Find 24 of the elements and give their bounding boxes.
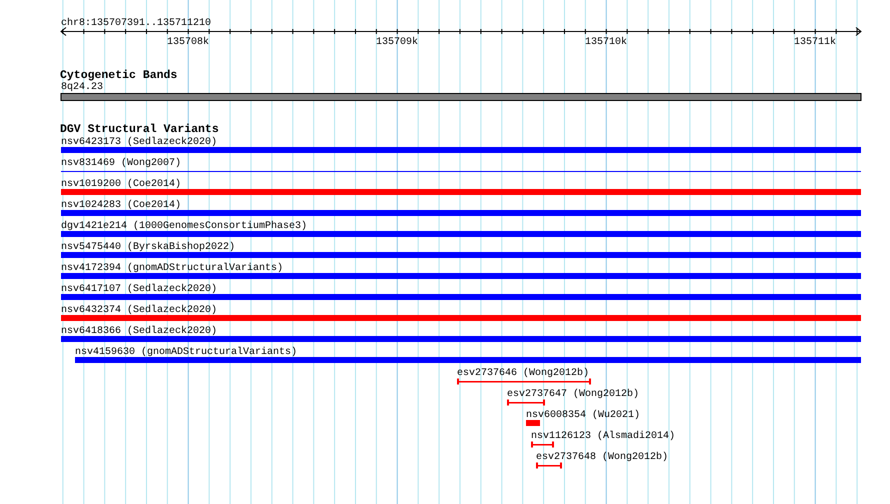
tick-label: 135708k bbox=[167, 37, 209, 48]
feature-label: nsv1126123 (Alsmadi2014) bbox=[531, 431, 676, 442]
feature-label: esv2737648 (Wong2012b) bbox=[536, 452, 668, 463]
feature-label: nsv1024283 (Coe2014) bbox=[61, 200, 182, 211]
track-title: DGV Structural Variants bbox=[60, 123, 219, 136]
region-label: chr8:135707391..135711210 bbox=[61, 18, 212, 29]
tick-label: 135711k bbox=[794, 37, 836, 48]
tick-label: 135710k bbox=[585, 37, 627, 48]
feature-label: dgv1421e214 (1000GenomesConsortiumPhase3) bbox=[61, 221, 308, 232]
feature-label: nsv4172394 (gnomADStructuralVariants) bbox=[61, 263, 284, 274]
feature-label: esv2737646 (Wong2012b) bbox=[457, 368, 590, 379]
track-title: Cytogenetic Bands bbox=[60, 69, 178, 82]
feature-label: esv2737647 (Wong2012b) bbox=[507, 389, 640, 400]
feature-label: nsv831469 (Wong2007) bbox=[61, 158, 182, 169]
feature-label: nsv6418366 (Sedlazeck2020) bbox=[61, 326, 218, 337]
feature-label: nsv5475440 (ByrskaBishop2022) bbox=[61, 242, 236, 253]
tick-label: 135709k bbox=[376, 37, 418, 48]
feature-label: nsv6423173 (Sedlazeck2020) bbox=[61, 137, 218, 148]
feature-label: nsv6432374 (Sedlazeck2020) bbox=[61, 305, 218, 316]
feature-label: nsv6417107 (Sedlazeck2020) bbox=[61, 284, 218, 295]
feature-label: nsv1019200 (Coe2014) bbox=[61, 179, 182, 190]
feature-label: nsv4159630 (gnomADStructuralVariants) bbox=[75, 347, 298, 358]
feature-label: nsv6008354 (Wu2021) bbox=[526, 410, 640, 421]
feature-label: 8q24.23 bbox=[61, 82, 104, 93]
